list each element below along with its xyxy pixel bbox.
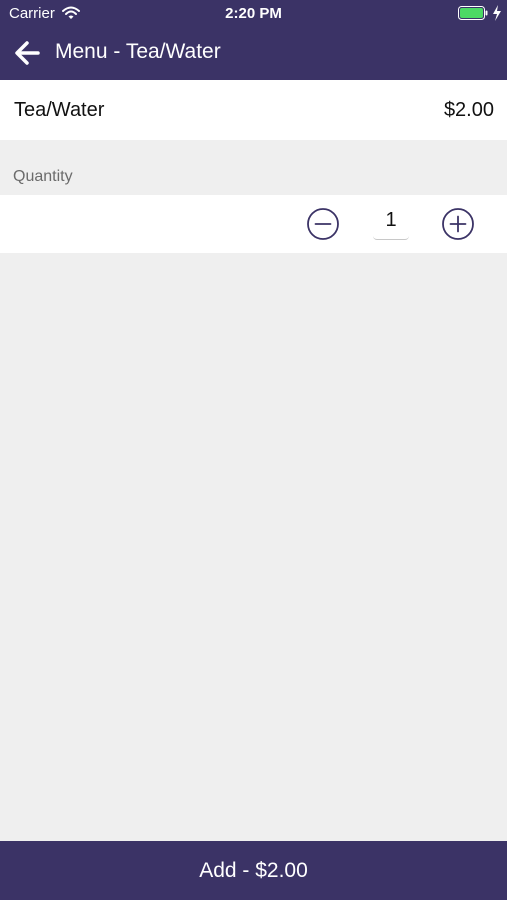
quantity-input[interactable]: 1 xyxy=(373,205,409,240)
quantity-label: Quantity xyxy=(13,168,73,185)
item-price: $2.00 xyxy=(443,99,494,121)
quantity-stepper: 1 xyxy=(0,195,507,253)
plus-circle-icon[interactable] xyxy=(442,208,474,240)
add-to-order-button[interactable]: Add - $2.00 xyxy=(0,841,507,900)
charging-bolt-icon xyxy=(493,5,501,21)
page-title: Menu - Tea/Water xyxy=(55,40,221,63)
top-bar: Carrier 2:20 PM Menu - Tea/Water xyxy=(0,0,507,80)
add-button-label: Add - $2.00 xyxy=(199,859,308,882)
item-name: Tea/Water xyxy=(14,99,105,121)
status-bar: Carrier 2:20 PM xyxy=(0,0,507,28)
clock-time: 2:20 PM xyxy=(225,5,282,22)
minus-circle-icon[interactable] xyxy=(307,208,339,240)
battery-icon xyxy=(458,6,488,20)
back-arrow-icon[interactable] xyxy=(12,38,44,68)
item-row: Tea/Water $2.00 xyxy=(0,80,507,140)
nav-bar: Menu - Tea/Water xyxy=(0,28,507,80)
